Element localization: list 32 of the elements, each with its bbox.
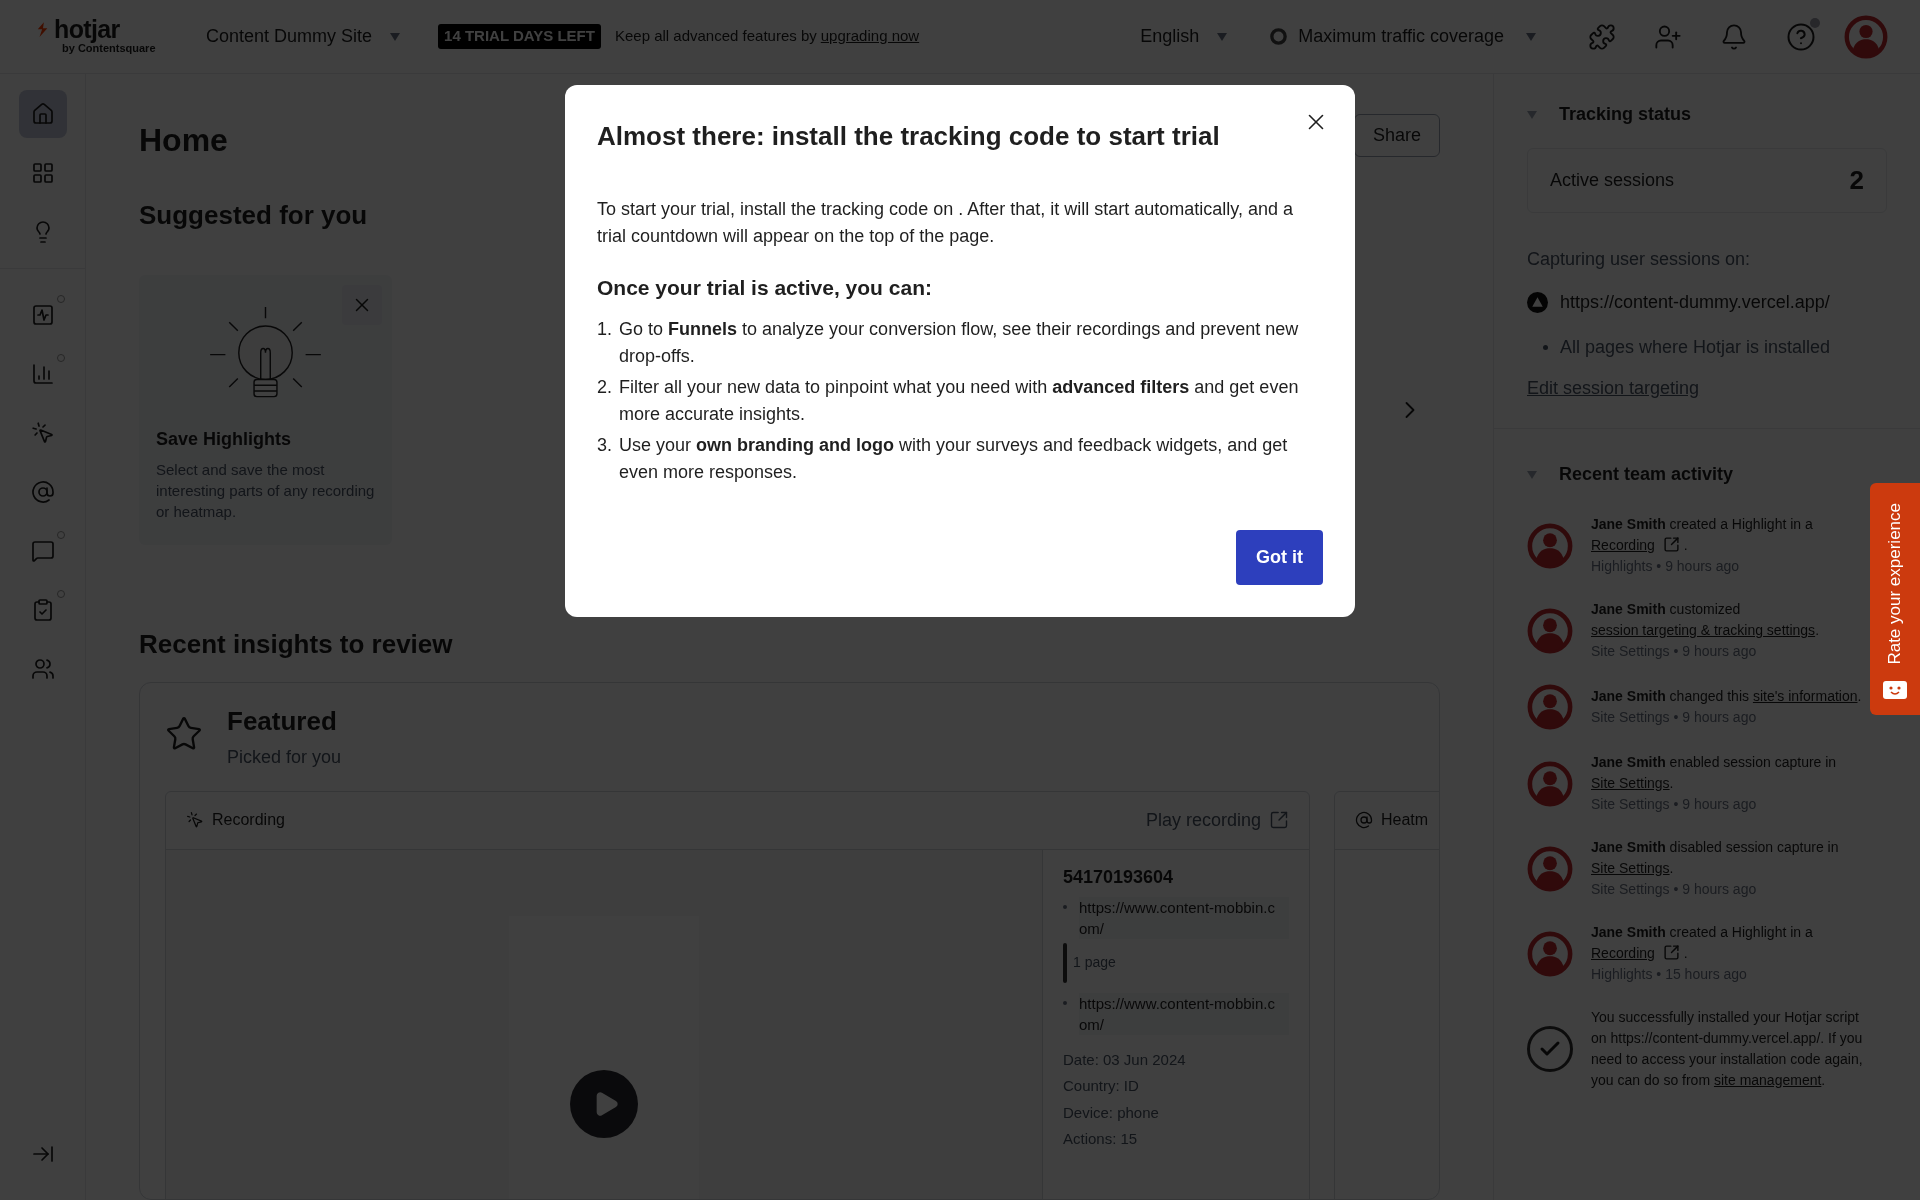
step-number: 2. bbox=[597, 375, 613, 399]
upgrade-text: Keep all advanced features by bbox=[614, 26, 817, 47]
modal-intro: To start your trial, install the tracking code on . After that, it will start automatically, and a trial countdown will appear on the top of the page. bbox=[597, 198, 1294, 248]
modal-subtitle: Once your trial is active, you can: bbox=[597, 275, 933, 301]
activity-text: You successfully installed your Hotjar script on https://content-dummy.vercel.app/. If you need to access your installation code again, you can do so from site management. bbox=[1591, 1008, 1863, 1090]
activity-link[interactable]: Recording bbox=[1591, 537, 1655, 553]
logo-text: hotjar bbox=[54, 17, 120, 43]
smiley-icon bbox=[1883, 679, 1907, 699]
page-title: Home bbox=[139, 121, 228, 160]
feedback-tab[interactable]: Rate your experience bbox=[1870, 483, 1920, 715]
activity-link[interactable]: Recording bbox=[1591, 945, 1655, 961]
logo-subtitle: by Contentsquare bbox=[62, 42, 157, 56]
step-text: Filter all your new data to pinpoint what you need with advanced filters and get even more accurate insights. bbox=[619, 375, 1300, 426]
section-heading: Recent insights to review bbox=[139, 628, 453, 661]
site-url: https://content-dummy.vercel.app/ bbox=[1560, 291, 1830, 314]
modal-title: Almost there: install the tracking code to start trial bbox=[597, 120, 1220, 153]
sessions-count: 2 bbox=[1849, 164, 1864, 197]
card-label: Recording bbox=[212, 810, 285, 830]
activity-link[interactable]: site's information bbox=[1752, 688, 1858, 704]
activity-link[interactable]: Site Settings bbox=[1591, 860, 1670, 876]
got-it-button[interactable]: Got it bbox=[1236, 529, 1323, 585]
step-number: 1. bbox=[597, 317, 613, 341]
activity-link[interactable]: Site Settings bbox=[1591, 775, 1670, 791]
section-heading: Suggested for you bbox=[139, 199, 368, 232]
step-text: Use your own branding and logo with your surveys and feedback widgets, and get even more responses. bbox=[619, 433, 1289, 484]
recording-id: 54170193604 bbox=[1063, 865, 1175, 889]
step-text: Go to Funnels to analyze your conversion flow, see their recordings and prevent new drop-offs. bbox=[619, 317, 1300, 368]
card-label: Heatm bbox=[1381, 810, 1429, 830]
step-number: 3. bbox=[597, 433, 613, 457]
sessions-label: Active sessions bbox=[1550, 169, 1675, 192]
activity-text: Jane Smith changed this site's information. bbox=[1591, 687, 1863, 706]
featured-title: Featured bbox=[227, 705, 338, 738]
